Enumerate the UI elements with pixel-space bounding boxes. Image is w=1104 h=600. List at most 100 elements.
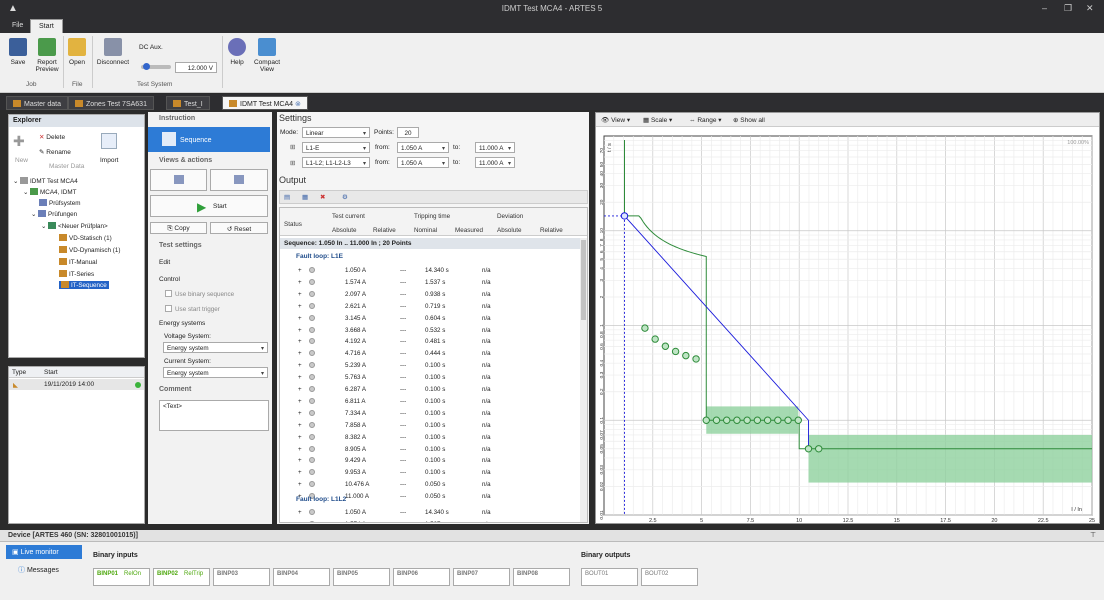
binary-input-binp08[interactable]: BINP08 — [513, 568, 570, 586]
binary-input-binp07[interactable]: BINP07 — [453, 568, 510, 586]
data-point[interactable] — [774, 416, 782, 424]
tree-item[interactable]: ⌄ Prüfungen — [31, 210, 77, 218]
show-all-button[interactable]: ⊕ Show all — [733, 116, 765, 124]
col-measured[interactable]: Measured — [455, 227, 483, 234]
binary-output-bout01[interactable]: BOUT01 — [581, 568, 638, 586]
table-row[interactable]: +3.145 A --- 0.604 s n/a — [280, 313, 580, 324]
sequence-group-row[interactable]: Sequence: 1.050 In .. 11.000 In ; 20 Poi… — [280, 238, 580, 249]
help-button[interactable]: Help — [226, 38, 248, 66]
table-row[interactable]: +6.811 A --- 0.100 s n/a — [280, 396, 580, 407]
data-point[interactable] — [753, 416, 762, 424]
binary-input-binp02[interactable]: BINP02 RelTrip — [153, 568, 210, 586]
checkbox-box[interactable] — [165, 290, 172, 297]
doc-tab-test-i[interactable]: Test_I — [166, 96, 210, 110]
table-row[interactable]: +5.763 A --- 0.100 s n/a — [280, 372, 580, 383]
expand-icon[interactable]: + — [298, 410, 302, 417]
col-dev-absolute[interactable]: Absolute — [497, 227, 522, 234]
fault-loop-l1l2[interactable]: Fault loop: L1L2 — [296, 496, 346, 503]
close-tab-icon[interactable]: ⊗ — [295, 101, 301, 108]
tree-item[interactable]: ⌄ <Neuer Prüfplan> — [41, 222, 108, 230]
range2-loop-select[interactable]: L1-L2; L1-L2-L3 — [302, 157, 370, 168]
tree-item[interactable]: IT-Manual — [59, 258, 97, 266]
binary-input-binp04[interactable]: BINP04 — [273, 568, 330, 586]
expand-icon[interactable]: + — [298, 509, 302, 516]
expand-icon[interactable]: + — [298, 327, 302, 334]
checkbox-box[interactable] — [165, 305, 172, 312]
expand-icon[interactable]: + — [298, 434, 302, 441]
delete-results-icon[interactable]: ✖ — [320, 193, 325, 201]
report-preview-button[interactable]: Report Preview — [32, 38, 62, 73]
import-icon[interactable] — [101, 133, 117, 149]
live-monitor-tab[interactable]: ▣ Live monitor — [6, 545, 82, 559]
view-icon-button[interactable] — [150, 169, 207, 191]
data-point[interactable] — [682, 351, 690, 360]
doc-tab-zones-test[interactable]: Zones Test 7SA631 — [68, 96, 154, 110]
range1-to-input[interactable]: 11.000 A — [475, 142, 515, 153]
use-binary-sequence-checkbox[interactable]: Use binary sequence — [165, 290, 234, 298]
range1-loop-select[interactable]: L1-E — [302, 142, 370, 153]
expand-icon[interactable]: + — [298, 362, 302, 369]
close-button[interactable]: ✕ — [1086, 3, 1094, 14]
binary-input-binp06[interactable]: BINP06 — [393, 568, 450, 586]
data-point[interactable] — [804, 445, 813, 453]
table-row[interactable]: +9.429 A --- 0.100 s n/a — [280, 455, 580, 466]
sequence-button[interactable]: Sequence — [148, 127, 270, 152]
expand-icon[interactable]: + — [298, 315, 302, 322]
doc-tab-idmt-test[interactable]: IDMT Test MCA4 ⊗ — [222, 96, 308, 110]
data-point[interactable] — [743, 416, 751, 424]
col-relative[interactable]: Relative — [373, 227, 396, 234]
range2-from-input[interactable]: 1.050 A — [397, 157, 449, 168]
range1-from-input[interactable]: 1.050 A — [397, 142, 449, 153]
export-icon[interactable]: ▤ — [284, 193, 290, 201]
range2-to-input[interactable]: 11.000 A — [475, 157, 515, 168]
dc-aux-voltage-input[interactable]: 12.000 V — [175, 62, 217, 73]
table-row[interactable]: +7.334 A --- 0.100 s n/a — [280, 408, 580, 419]
pin-icon[interactable]: ⊤ — [1090, 531, 1096, 539]
tab-start[interactable]: Start — [30, 19, 63, 33]
fault-loop-l1e[interactable]: Fault loop: L1E — [296, 253, 343, 260]
data-point[interactable] — [661, 342, 670, 350]
data-point[interactable] — [692, 355, 700, 363]
table-row[interactable]: +3.668 A --- 0.532 s n/a — [280, 325, 580, 336]
mode-select[interactable]: Linear — [302, 127, 370, 138]
messages-tab[interactable]: ⓘ Messages — [18, 565, 59, 575]
voltage-system-select[interactable]: Energy system — [163, 342, 268, 353]
col-nominal[interactable]: Nominal — [414, 227, 437, 234]
binary-input-binp05[interactable]: BINP05 — [333, 568, 390, 586]
expand-icon[interactable]: + — [298, 386, 302, 393]
table-row[interactable]: +10.476 A --- 0.050 s n/a — [280, 479, 580, 490]
expand-icon[interactable]: + — [298, 457, 302, 464]
table-row[interactable]: +5.239 A --- 0.100 s n/a — [280, 360, 580, 371]
tree-item[interactable]: ⌄ IDMT Test MCA4 — [13, 177, 78, 185]
table-row[interactable]: +9.953 A --- 0.100 s n/a — [280, 467, 580, 478]
use-start-trigger-checkbox[interactable]: Use start trigger — [165, 305, 220, 313]
col-status[interactable]: Status — [284, 221, 302, 228]
data-point[interactable] — [620, 212, 629, 220]
tree-item[interactable]: VD-Statisch (1) — [59, 234, 112, 242]
compact-view-button[interactable]: Compact View — [252, 38, 282, 73]
current-system-select[interactable]: Energy system — [163, 367, 268, 378]
table-row[interactable]: +1.050 A --- 14.340 s n/a — [280, 507, 580, 518]
data-point[interactable] — [733, 416, 741, 424]
table-row[interactable]: +1.574 A --- 1.537 s n/a — [280, 519, 580, 522]
table-row[interactable]: +1.574 A --- 1.537 s n/a — [280, 277, 580, 288]
scale-menu[interactable]: ▦ Scale ▾ — [643, 116, 672, 124]
expand-icon[interactable]: + — [298, 469, 302, 476]
binary-output-bout02[interactable]: BOUT02 — [641, 568, 698, 586]
col-dev-relative[interactable]: Relative — [540, 227, 563, 234]
minimize-button[interactable]: – — [1042, 3, 1047, 13]
table-row[interactable]: +8.382 A --- 0.100 s n/a — [280, 432, 580, 443]
expand-icon[interactable]: + — [298, 291, 302, 298]
data-point[interactable] — [763, 416, 772, 424]
restore-button[interactable]: ❐ — [1064, 3, 1072, 14]
tripping-characteristic-chart[interactable]: 2.5 5 7.5 10 12.5 15 17.5 20 22.5 250.010.020.030… — [596, 128, 1099, 524]
run-row[interactable]: ◣ 19/11/2019 14:00 — [9, 379, 144, 390]
table-row[interactable]: +7.858 A --- 0.100 s n/a — [280, 420, 580, 431]
expand-icon[interactable]: + — [298, 398, 302, 405]
table-row[interactable]: +1.050 A --- 14.340 s n/a — [280, 265, 580, 276]
doc-tab-master-data[interactable]: Master data — [6, 96, 68, 110]
binary-input-binp01[interactable]: BINP01 RelOn — [93, 568, 150, 586]
data-point[interactable] — [794, 416, 802, 424]
copy-button[interactable]: ⎘ Copy — [150, 222, 207, 234]
data-point[interactable] — [784, 416, 792, 424]
